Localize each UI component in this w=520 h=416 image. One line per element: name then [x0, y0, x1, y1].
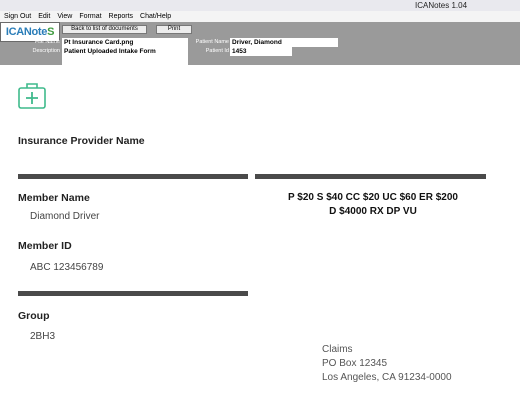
copay-info: P $20 S $40 CC $20 UC $60 ER $200 D $400… [260, 191, 486, 219]
divider [18, 174, 248, 179]
copay-line: P $20 S $40 CC $20 UC $60 ER $200 [288, 192, 458, 203]
description-field[interactable]: Patient Uploaded Intake Form [62, 47, 188, 56]
insurance-provider-name: Insurance Provider Name [18, 135, 145, 147]
medical-kit-icon [18, 83, 46, 109]
divider [255, 174, 486, 179]
member-id-label: Member ID [18, 240, 72, 252]
window-controls [493, 0, 520, 11]
patient-name-field[interactable]: Driver, Diamond [230, 38, 338, 47]
logo-text: ICANote [5, 26, 48, 38]
member-name-value: Diamond Driver [30, 211, 100, 222]
title-bar: ICANotes 1.04 [0, 0, 520, 11]
menu-chat-help[interactable]: Chat/Help [140, 11, 171, 22]
group-value: 2BH3 [30, 331, 56, 342]
menu-edit[interactable]: Edit [38, 11, 50, 22]
file-name-label: File Name [34, 39, 60, 45]
print-button[interactable]: Print [156, 25, 192, 34]
claims-address: Claims PO Box 12345 Los Angeles, CA 9123… [322, 343, 452, 385]
description-label: Description [32, 48, 60, 54]
minimize-icon[interactable] [493, 0, 502, 11]
close-icon[interactable] [511, 0, 520, 11]
member-name-label: Member Name [18, 192, 90, 204]
claims-line: Claims [322, 344, 353, 355]
claims-line: Los Angeles, CA 91234-0000 [322, 372, 452, 383]
copay-line: D $4000 RX DP VU [329, 206, 417, 217]
claims-line: PO Box 12345 [322, 358, 388, 369]
back-to-list-button[interactable]: Back to list of documents [62, 25, 147, 34]
menu-view[interactable]: View [57, 11, 72, 22]
patient-id-field[interactable]: 1453 [230, 47, 292, 56]
maximize-icon[interactable] [502, 0, 511, 11]
file-name-field[interactable]: Pt Insurance Card.png [62, 38, 188, 47]
menu-format[interactable]: Format [79, 11, 101, 22]
member-id-value: ABC 123456789 [30, 262, 104, 273]
menu-reports[interactable]: Reports [109, 11, 134, 22]
menu-sign-out[interactable]: Sign Out [4, 11, 31, 22]
divider [18, 291, 248, 296]
group-label: Group [18, 310, 50, 322]
document-viewer: Insurance Provider Name Member Name Diam… [0, 65, 520, 416]
patient-id-label: Patient Id [205, 48, 229, 54]
logo-text-accent: S [47, 26, 55, 38]
window-title: ICANotes 1.04 [415, 1, 468, 10]
patient-name-label: Patient Name [195, 39, 229, 45]
menu-bar: Sign Out Edit View Format Reports Chat/H… [0, 11, 520, 22]
document-header: ICANoteS Back to list of documents Print… [0, 22, 520, 65]
description-field-extension [62, 56, 188, 65]
